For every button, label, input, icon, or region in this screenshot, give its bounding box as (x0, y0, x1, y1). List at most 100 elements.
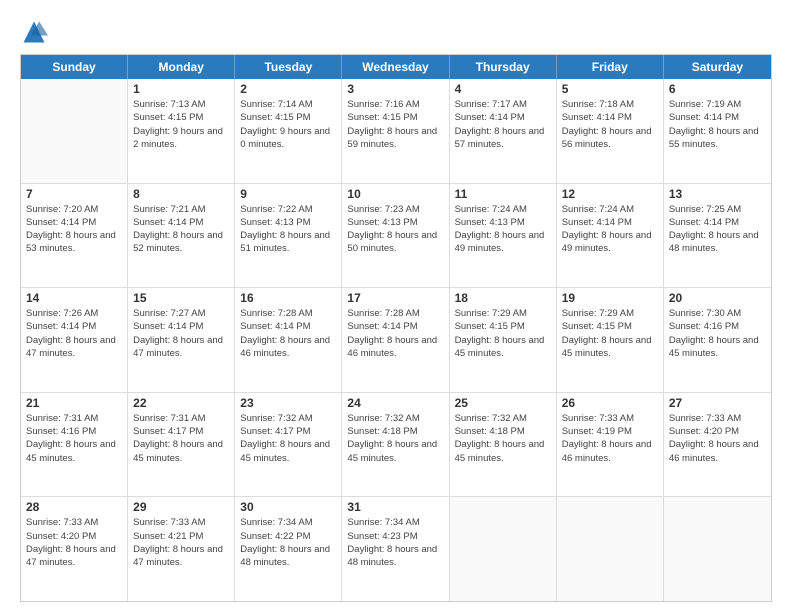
calendar-cell: 23 Sunrise: 7:32 AMSunset: 4:17 PMDayligh… (235, 393, 342, 497)
calendar-cell: 3Sunrise: 7:16 AMSunset: 4:15 PMDaylight… (342, 79, 449, 183)
calendar-cell: 25Sunrise: 7:32 AMSunset: 4:18 PMDayligh… (450, 393, 557, 497)
calendar-cell: 9Sunrise: 7:22 AMSunset: 4:13 PMDaylight… (235, 184, 342, 288)
cell-info: Sunrise: 7:29 AMSunset: 4:15 PMDaylight:… (455, 307, 551, 360)
calendar-cell: 20 Sunrise: 7:30 AMSunset: 4:16 PMDayligh… (664, 288, 771, 392)
day-number: 30 (240, 500, 336, 514)
cell-info: Sunrise: 7:20 AMSunset: 4:14 PMDaylight:… (26, 203, 122, 256)
cell-info: Sunrise: 7:34 AMSunset: 4:23 PMDaylight:… (347, 516, 443, 569)
calendar-cell: 28Sunrise: 7:33 AMSunset: 4:20 PMDayligh… (21, 497, 128, 601)
day-number: 19 (562, 291, 658, 305)
calendar-cell: 22 Sunrise: 7:31 AMSunset: 4:17 PMDayligh… (128, 393, 235, 497)
calendar-cell: 26 Sunrise: 7:33 AMSunset: 4:19 PMDayligh… (557, 393, 664, 497)
day-number: 15 (133, 291, 229, 305)
calendar-header: SundayMondayTuesdayWednesdayThursdayFrid… (21, 55, 771, 79)
calendar-cell: 11 Sunrise: 7:24 AMSunset: 4:13 PMDayligh… (450, 184, 557, 288)
day-number: 8 (133, 187, 229, 201)
calendar-cell: 31 Sunrise: 7:34 AMSunset: 4:23 PMDayligh… (342, 497, 449, 601)
day-number: 17 (347, 291, 443, 305)
day-number: 16 (240, 291, 336, 305)
calendar-week-row: 1Sunrise: 7:13 AMSunset: 4:15 PMDaylight… (21, 79, 771, 184)
calendar-header-day: Sunday (21, 55, 128, 79)
cell-info: Sunrise: 7:17 AMSunset: 4:14 PMDaylight:… (455, 98, 551, 151)
calendar-cell: 16Sunrise: 7:28 AMSunset: 4:14 PMDayligh… (235, 288, 342, 392)
calendar-header-day: Tuesday (235, 55, 342, 79)
cell-info: Sunrise: 7:29 AMSunset: 4:15 PMDaylight:… (562, 307, 658, 360)
day-number: 20 (669, 291, 766, 305)
calendar-cell (557, 497, 664, 601)
cell-info: Sunrise: 7:28 AMSunset: 4:14 PMDaylight:… (347, 307, 443, 360)
cell-info: Sunrise: 7:14 AMSunset: 4:15 PMDaylight:… (240, 98, 336, 151)
day-number: 23 (240, 396, 336, 410)
cell-info: Sunrise: 7:33 AMSunset: 4:19 PMDaylight:… (562, 412, 658, 465)
day-number: 18 (455, 291, 551, 305)
header (20, 18, 772, 46)
cell-info: Sunrise: 7:33 AMSunset: 4:20 PMDaylight:… (669, 412, 766, 465)
day-number: 13 (669, 187, 766, 201)
cell-info: Sunrise: 7:32 AMSunset: 4:18 PMDaylight:… (347, 412, 443, 465)
calendar-cell: 30Sunrise: 7:34 AMSunset: 4:22 PMDayligh… (235, 497, 342, 601)
calendar-cell (21, 79, 128, 183)
cell-info: Sunrise: 7:30 AMSunset: 4:16 PMDaylight:… (669, 307, 766, 360)
cell-info: Sunrise: 7:32 AMSunset: 4:17 PMDaylight:… (240, 412, 336, 465)
calendar-week-row: 28Sunrise: 7:33 AMSunset: 4:20 PMDayligh… (21, 497, 771, 601)
calendar-week-row: 21Sunrise: 7:31 AMSunset: 4:16 PMDayligh… (21, 393, 771, 498)
calendar-cell: 4 Sunrise: 7:17 AMSunset: 4:14 PMDaylight… (450, 79, 557, 183)
calendar-week-row: 14Sunrise: 7:26 AMSunset: 4:14 PMDayligh… (21, 288, 771, 393)
day-number: 11 (455, 187, 551, 201)
cell-info: Sunrise: 7:18 AMSunset: 4:14 PMDaylight:… (562, 98, 658, 151)
calendar-cell: 10 Sunrise: 7:23 AMSunset: 4:13 PMDayligh… (342, 184, 449, 288)
day-number: 21 (26, 396, 122, 410)
calendar-week-row: 7 Sunrise: 7:20 AMSunset: 4:14 PMDaylight… (21, 184, 771, 289)
calendar-cell: 6 Sunrise: 7:19 AMSunset: 4:14 PMDaylight… (664, 79, 771, 183)
calendar-cell (664, 497, 771, 601)
cell-info: Sunrise: 7:23 AMSunset: 4:13 PMDaylight:… (347, 203, 443, 256)
day-number: 9 (240, 187, 336, 201)
calendar-cell: 12Sunrise: 7:24 AMSunset: 4:14 PMDayligh… (557, 184, 664, 288)
day-number: 6 (669, 82, 766, 96)
calendar-header-day: Wednesday (342, 55, 449, 79)
calendar: SundayMondayTuesdayWednesdayThursdayFrid… (20, 54, 772, 602)
day-number: 22 (133, 396, 229, 410)
calendar-cell: 24 Sunrise: 7:32 AMSunset: 4:18 PMDayligh… (342, 393, 449, 497)
cell-info: Sunrise: 7:25 AMSunset: 4:14 PMDaylight:… (669, 203, 766, 256)
calendar-cell: 18 Sunrise: 7:29 AMSunset: 4:15 PMDayligh… (450, 288, 557, 392)
calendar-cell (450, 497, 557, 601)
calendar-header-day: Monday (128, 55, 235, 79)
day-number: 1 (133, 82, 229, 96)
day-number: 24 (347, 396, 443, 410)
logo-icon (20, 18, 48, 46)
day-number: 31 (347, 500, 443, 514)
day-number: 25 (455, 396, 551, 410)
calendar-header-day: Saturday (664, 55, 771, 79)
calendar-cell: 13 Sunrise: 7:25 AMSunset: 4:14 PMDayligh… (664, 184, 771, 288)
cell-info: Sunrise: 7:24 AMSunset: 4:13 PMDaylight:… (455, 203, 551, 256)
day-number: 29 (133, 500, 229, 514)
day-number: 5 (562, 82, 658, 96)
cell-info: Sunrise: 7:24 AMSunset: 4:14 PMDaylight:… (562, 203, 658, 256)
logo (20, 18, 52, 46)
calendar-cell: 5 Sunrise: 7:18 AMSunset: 4:14 PMDaylight… (557, 79, 664, 183)
day-number: 2 (240, 82, 336, 96)
calendar-body: 1Sunrise: 7:13 AMSunset: 4:15 PMDaylight… (21, 79, 771, 601)
day-number: 26 (562, 396, 658, 410)
day-number: 7 (26, 187, 122, 201)
calendar-cell: 15 Sunrise: 7:27 AMSunset: 4:14 PMDayligh… (128, 288, 235, 392)
calendar-header-day: Thursday (450, 55, 557, 79)
calendar-cell: 27 Sunrise: 7:33 AMSunset: 4:20 PMDayligh… (664, 393, 771, 497)
day-number: 14 (26, 291, 122, 305)
day-number: 27 (669, 396, 766, 410)
cell-info: Sunrise: 7:19 AMSunset: 4:14 PMDaylight:… (669, 98, 766, 151)
calendar-cell: 21Sunrise: 7:31 AMSunset: 4:16 PMDayligh… (21, 393, 128, 497)
calendar-cell: 14Sunrise: 7:26 AMSunset: 4:14 PMDayligh… (21, 288, 128, 392)
cell-info: Sunrise: 7:27 AMSunset: 4:14 PMDaylight:… (133, 307, 229, 360)
calendar-cell: 8Sunrise: 7:21 AMSunset: 4:14 PMDaylight… (128, 184, 235, 288)
day-number: 4 (455, 82, 551, 96)
calendar-cell: 19 Sunrise: 7:29 AMSunset: 4:15 PMDayligh… (557, 288, 664, 392)
cell-info: Sunrise: 7:31 AMSunset: 4:17 PMDaylight:… (133, 412, 229, 465)
cell-info: Sunrise: 7:33 AMSunset: 4:20 PMDaylight:… (26, 516, 122, 569)
calendar-cell: 1Sunrise: 7:13 AMSunset: 4:15 PMDaylight… (128, 79, 235, 183)
calendar-cell: 2 Sunrise: 7:14 AMSunset: 4:15 PMDaylight… (235, 79, 342, 183)
day-number: 3 (347, 82, 443, 96)
day-number: 10 (347, 187, 443, 201)
calendar-header-day: Friday (557, 55, 664, 79)
